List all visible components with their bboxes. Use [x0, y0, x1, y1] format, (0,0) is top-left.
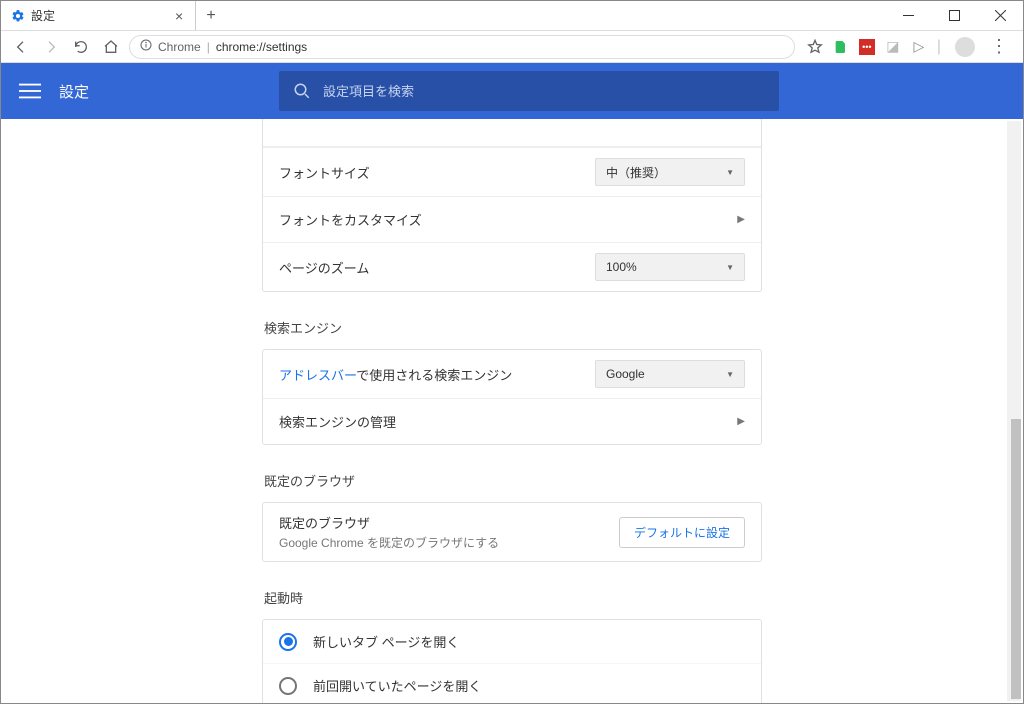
default-browser-section-title: 既定のブラウザ	[264, 471, 760, 490]
secure-label: Chrome	[158, 40, 201, 54]
manage-search-engines-label: 検索エンジンの管理	[279, 412, 737, 431]
settings-search-input[interactable]	[323, 84, 765, 99]
menu-icon[interactable]	[19, 80, 41, 102]
on-startup-card: 新しいタブ ページを開く 前回開いていたページを開く 特定のページまたはページセ…	[262, 619, 762, 703]
chrome-menu-button[interactable]: ⋮	[989, 36, 1009, 57]
settings-header: 設定	[1, 63, 1023, 119]
site-info-icon	[140, 39, 152, 54]
address-bar[interactable]: Chrome | chrome://settings	[129, 35, 795, 59]
chevron-right-icon: ▶	[737, 214, 745, 225]
tab-title: 設定	[31, 7, 169, 24]
page-zoom-row[interactable]: ページのズーム 100% ▼	[263, 242, 761, 291]
customize-fonts-row[interactable]: フォントをカスタマイズ ▶	[263, 196, 761, 242]
window-titlebar: 設定 × +	[1, 1, 1023, 31]
customize-fonts-label: フォントをカスタマイズ	[279, 210, 737, 229]
appearance-card: フォントサイズ 中（推奨） ▼ フォントをカスタマイズ ▶ ページのズーム 10…	[262, 119, 762, 292]
row-truncated[interactable]	[263, 119, 761, 147]
vertical-scrollbar-thumb[interactable]	[1011, 419, 1021, 699]
default-browser-card: 既定のブラウザ Google Chrome を既定のブラウザにする デフォルトに…	[262, 502, 762, 562]
star-icon[interactable]	[807, 39, 823, 55]
new-tab-button[interactable]: +	[196, 1, 226, 30]
url-text: chrome://settings	[216, 40, 307, 54]
forward-button[interactable]	[39, 35, 63, 59]
search-engine-dropdown[interactable]: Google ▼	[595, 360, 745, 388]
startup-option-new-tab[interactable]: 新しいタブ ページを開く	[263, 620, 761, 663]
on-startup-section-title: 起動時	[264, 588, 760, 607]
chevron-right-icon: ▶	[737, 416, 745, 427]
startup-option-continue[interactable]: 前回開いていたページを開く	[263, 663, 761, 703]
extensions-area: ••• ◪ ▷ | ⋮	[801, 36, 1015, 57]
extension-icon-2[interactable]: ▷	[911, 39, 927, 55]
font-size-dropdown[interactable]: 中（推奨） ▼	[595, 158, 745, 186]
window-close-button[interactable]	[977, 1, 1023, 30]
evernote-icon[interactable]	[833, 39, 849, 55]
window-maximize-button[interactable]	[931, 1, 977, 30]
home-button[interactable]	[99, 35, 123, 59]
page-zoom-label: ページのズーム	[279, 258, 595, 277]
default-browser-title: 既定のブラウザ	[279, 513, 619, 532]
back-button[interactable]	[9, 35, 33, 59]
caret-down-icon: ▼	[726, 370, 734, 379]
search-icon	[293, 82, 311, 100]
radio-unchecked-icon	[279, 677, 297, 695]
extension-icon[interactable]: ◪	[885, 39, 901, 55]
caret-down-icon: ▼	[726, 263, 734, 272]
reload-button[interactable]	[69, 35, 93, 59]
manage-search-engines-row[interactable]: 検索エンジンの管理 ▶	[263, 398, 761, 444]
search-engine-section-title: 検索エンジン	[264, 318, 760, 337]
addressbar-search-row[interactable]: アドレスバーで使用される検索エンジン Google ▼	[263, 350, 761, 398]
search-engine-card: アドレスバーで使用される検索エンジン Google ▼ 検索エンジンの管理 ▶	[262, 349, 762, 445]
default-browser-row: 既定のブラウザ Google Chrome を既定のブラウザにする デフォルトに…	[263, 503, 761, 561]
gear-icon	[11, 9, 25, 23]
browser-tab[interactable]: 設定 ×	[1, 1, 196, 30]
addressbar-link[interactable]: アドレスバー	[279, 368, 356, 383]
close-tab-icon[interactable]: ×	[175, 11, 185, 21]
radio-checked-icon	[279, 633, 297, 651]
settings-search[interactable]	[279, 71, 779, 111]
window-minimize-button[interactable]	[885, 1, 931, 30]
browser-toolbar: Chrome | chrome://settings ••• ◪ ▷ | ⋮	[1, 31, 1023, 63]
page-title: 設定	[59, 81, 89, 102]
settings-content: フォントサイズ 中（推奨） ▼ フォントをカスタマイズ ▶ ページのズーム 10…	[1, 119, 1023, 703]
profile-avatar[interactable]	[955, 37, 975, 57]
page-zoom-dropdown[interactable]: 100% ▼	[595, 253, 745, 281]
default-browser-sub: Google Chrome を既定のブラウザにする	[279, 534, 619, 551]
font-size-label: フォントサイズ	[279, 163, 595, 182]
lastpass-icon[interactable]: •••	[859, 39, 875, 55]
set-default-button[interactable]: デフォルトに設定	[619, 517, 745, 548]
font-size-row[interactable]: フォントサイズ 中（推奨） ▼	[263, 147, 761, 196]
caret-down-icon: ▼	[726, 168, 734, 177]
